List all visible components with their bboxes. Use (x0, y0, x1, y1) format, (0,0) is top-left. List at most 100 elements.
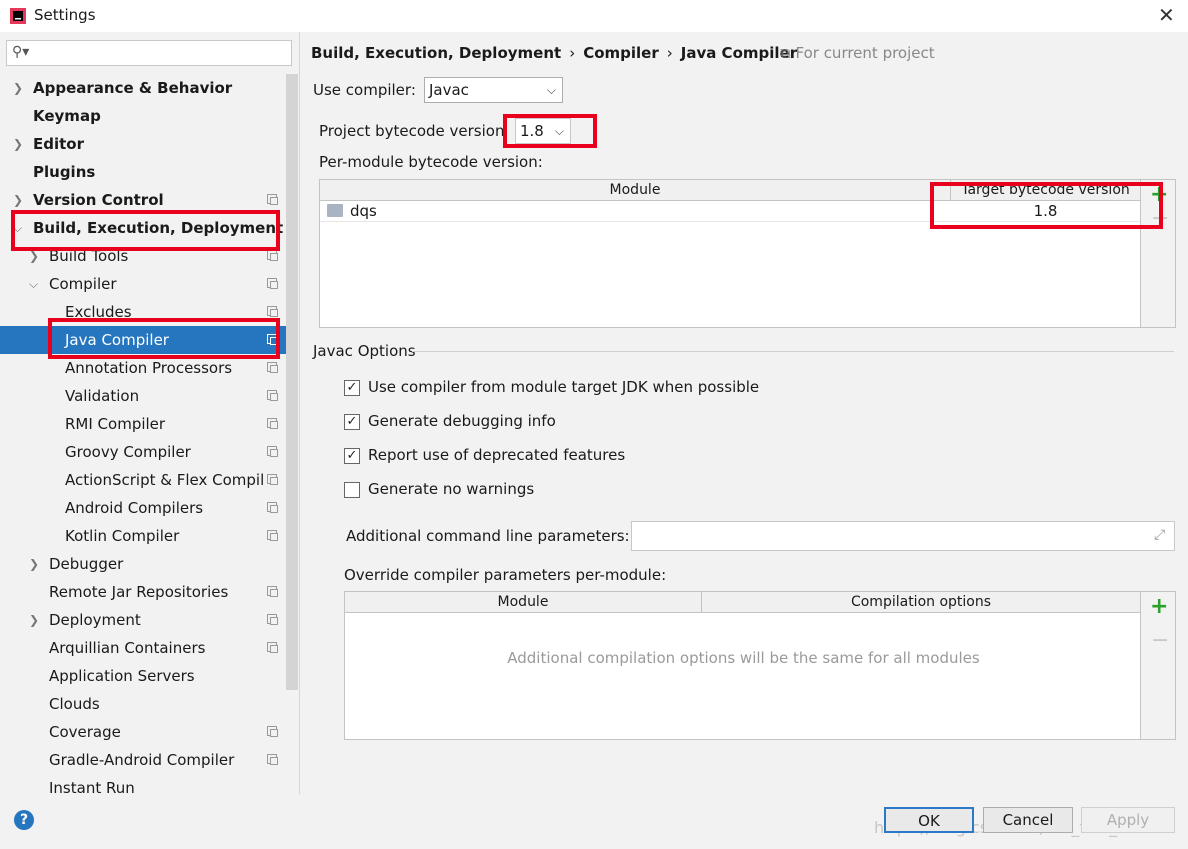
sidebar-item-label: Android Compilers (65, 499, 204, 517)
override-toolbar: + − (1140, 591, 1176, 740)
app-icon (10, 8, 26, 24)
sidebar-item-groovy-compiler[interactable]: Groovy Compiler (0, 438, 286, 466)
chevron-right-icon[interactable]: ❯ (13, 186, 23, 214)
override-table: Module Compilation options Additional co… (344, 591, 1141, 740)
module-target[interactable]: 1.8 (951, 201, 1140, 221)
sidebar-item-java-compiler[interactable]: Java Compiler (0, 326, 286, 354)
sidebar-item-label: Debugger (49, 555, 124, 573)
remove-icon[interactable]: − (1151, 628, 1169, 653)
breadcrumb: Build, Execution, Deployment › Compiler › Ja… (311, 44, 797, 62)
help-icon[interactable]: ? (14, 810, 34, 830)
checkbox[interactable]: ✓ (344, 414, 360, 430)
sidebar-item-annotation-processors[interactable]: Annotation Processors (0, 354, 286, 382)
sidebar-item-label: Groovy Compiler (65, 443, 191, 461)
sidebar-item-build-execution-deployment[interactable]: ⌵ Build, Execution, Deployment (0, 214, 286, 242)
chevron-right-icon[interactable]: ❯ (29, 606, 39, 634)
breadcrumb-sep: › (569, 44, 576, 62)
chevron-right-icon[interactable]: ❯ (13, 74, 23, 102)
search-icon: ⚲▾ (12, 44, 30, 60)
project-scope-icon (267, 194, 278, 205)
sidebar-item-instant-run[interactable]: Instant Run (0, 774, 286, 794)
column-header-module[interactable]: Module (320, 180, 951, 201)
module-name: dqs (350, 202, 377, 220)
sidebar-item-kotlin-compiler[interactable]: Kotlin Compiler (0, 522, 286, 550)
project-scope-icon (267, 306, 278, 317)
sidebar-item-gradle-android-compiler[interactable]: Gradle-Android Compiler (0, 746, 286, 774)
project-scope-icon (267, 726, 278, 737)
sidebar-item-arquillian-containers[interactable]: Arquillian Containers (0, 634, 286, 662)
sidebar-item-actionscript-flex-compil[interactable]: ActionScript & Flex Compil (0, 466, 286, 494)
checkbox-label[interactable]: Use compiler from module target JDK when… (368, 378, 759, 396)
sidebar-item-label: Clouds (49, 695, 100, 713)
close-icon[interactable]: ✕ (1158, 3, 1175, 27)
breadcrumb-sep: › (666, 44, 673, 62)
sidebar-item-plugins[interactable]: Plugins (0, 158, 286, 186)
chevron-right-icon[interactable]: ❯ (29, 550, 39, 578)
project-bytecode-select[interactable]: 1.8 ⌵ (515, 118, 571, 144)
sidebar-item-label: Validation (65, 387, 140, 405)
per-module-table: Module Target bytecode version dqs 1.8 (319, 179, 1141, 328)
expand-icon[interactable]: ⤢ (1154, 527, 1165, 543)
project-scope-icon (267, 334, 278, 345)
sidebar-item-application-servers[interactable]: Application Servers (0, 662, 286, 690)
chevron-down-icon: ⌵ (546, 83, 556, 97)
breadcrumb-build: Build, Execution, Deployment (311, 44, 562, 62)
chevron-down-icon[interactable]: ⌵ (29, 270, 38, 298)
sidebar-item-clouds[interactable]: Clouds (0, 690, 286, 718)
table-row[interactable]: dqs 1.8 (320, 201, 1140, 222)
project-scope-icon (267, 474, 278, 485)
column-header-compilation-options[interactable]: Compilation options (702, 592, 1140, 613)
project-scope-icon (267, 614, 278, 625)
chevron-right-icon[interactable]: ❯ (13, 130, 23, 158)
copy-icon: ⧉ (780, 44, 796, 62)
compiler-select-value: Javac (429, 81, 469, 99)
sidebar-scrollbar[interactable] (286, 74, 298, 690)
sidebar-item-label: Coverage (49, 723, 121, 741)
sidebar-item-rmi-compiler[interactable]: RMI Compiler (0, 410, 286, 438)
remove-icon[interactable]: − (1151, 206, 1169, 231)
sidebar-item-coverage[interactable]: Coverage (0, 718, 286, 746)
override-label: Override compiler parameters per-module: (344, 566, 667, 584)
project-bytecode-label: Project bytecode version (319, 122, 505, 140)
sidebar-item-appearance-behavior[interactable]: ❯ Appearance & Behavior (0, 74, 286, 102)
sidebar-item-build-tools[interactable]: ❯ Build Tools (0, 242, 286, 270)
sidebar-item-editor[interactable]: ❯ Editor (0, 130, 286, 158)
ok-button[interactable]: OK (884, 807, 974, 833)
sidebar-item-label: Deployment (49, 611, 141, 629)
sidebar-item-compiler[interactable]: ⌵ Compiler (0, 270, 286, 298)
cancel-button[interactable]: Cancel (983, 807, 1073, 833)
additional-params-input[interactable]: ⤢ (631, 521, 1175, 551)
project-bytecode-value: 1.8 (520, 122, 544, 140)
apply-button[interactable]: Apply (1081, 807, 1175, 833)
checkbox[interactable]: ✓ (344, 448, 360, 464)
checkbox-label[interactable]: Report use of deprecated features (368, 446, 625, 464)
sidebar-item-validation[interactable]: Validation (0, 382, 286, 410)
project-scope-icon (267, 642, 278, 653)
add-icon[interactable]: + (1150, 182, 1168, 207)
compiler-select[interactable]: Javac ⌵ (424, 77, 563, 103)
sidebar-item-android-compilers[interactable]: Android Compilers (0, 494, 286, 522)
search-input[interactable]: ⚲▾ (6, 40, 292, 66)
sidebar-item-excludes[interactable]: Excludes (0, 298, 286, 326)
column-header-target[interactable]: Target bytecode version (951, 180, 1140, 201)
checkbox[interactable] (344, 482, 360, 498)
chevron-down-icon: ⌵ (554, 124, 564, 138)
additional-params-label: Additional command line parameters: (346, 527, 630, 545)
checkbox[interactable]: ✓ (344, 380, 360, 396)
project-scope-icon (267, 362, 278, 373)
sidebar-item-deployment[interactable]: ❯ Deployment (0, 606, 286, 634)
sidebar-item-remote-jar-repositories[interactable]: Remote Jar Repositories (0, 578, 286, 606)
empty-table-text: Additional compilation options will be t… (507, 649, 980, 667)
sidebar-item-label: Compiler (49, 275, 117, 293)
add-icon[interactable]: + (1150, 594, 1168, 619)
window-title: Settings (34, 6, 96, 24)
checkbox-label[interactable]: Generate no warnings (368, 480, 534, 498)
scope-label: For current project (795, 44, 935, 62)
column-header-module[interactable]: Module (345, 592, 702, 613)
chevron-down-icon[interactable]: ⌵ (13, 214, 22, 242)
sidebar-item-keymap[interactable]: Keymap (0, 102, 286, 130)
chevron-right-icon[interactable]: ❯ (29, 242, 39, 270)
sidebar-item-debugger[interactable]: ❯ Debugger (0, 550, 286, 578)
sidebar-item-version-control[interactable]: ❯ Version Control (0, 186, 286, 214)
checkbox-label[interactable]: Generate debugging info (368, 412, 556, 430)
